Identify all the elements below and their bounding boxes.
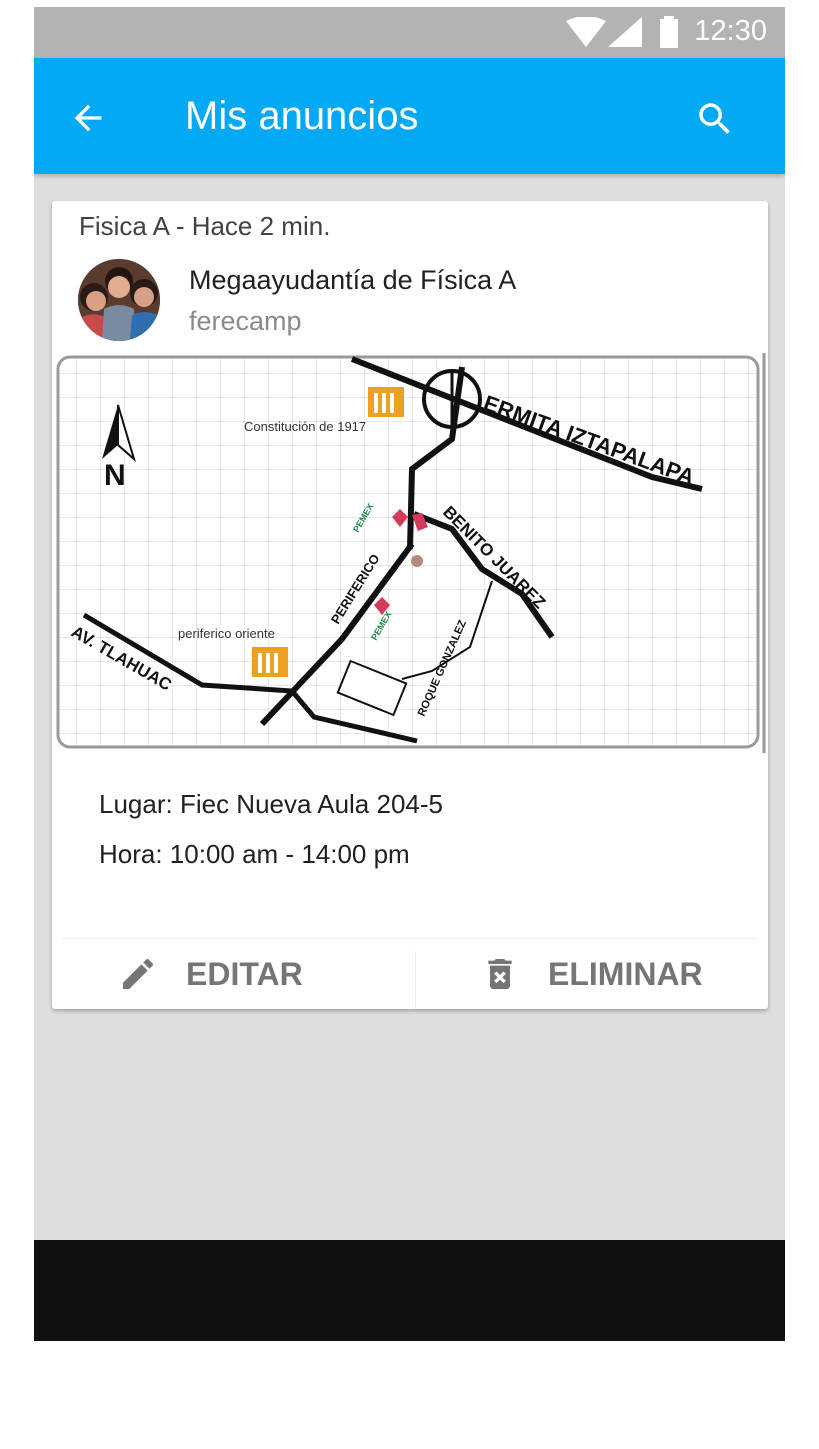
pencil-icon xyxy=(123,958,154,989)
map-drawing: Constitución de 1917 ERMITA IZTAPALAPA B… xyxy=(56,353,766,753)
battery-icon xyxy=(660,16,678,48)
metro-bottom-icon xyxy=(252,647,288,677)
post-author: ferecamp xyxy=(189,306,302,336)
action-divider xyxy=(415,951,416,1009)
phone-screen: 12:30 Mis anuncios Fisica A - Hace 2 min… xyxy=(34,7,785,1341)
signal-icon xyxy=(608,17,642,47)
page-title: Mis anuncios xyxy=(185,94,419,138)
avatar xyxy=(78,259,160,341)
clock: 12:30 xyxy=(694,15,767,47)
edit-button[interactable]: EDITAR xyxy=(118,944,303,1004)
map-image[interactable]: Constitución de 1917 ERMITA IZTAPALAPA B… xyxy=(52,349,768,753)
edit-label: EDITAR xyxy=(186,955,303,992)
map-label-metro-bottom: periferico oriente xyxy=(178,626,275,641)
divider xyxy=(62,938,758,939)
metro-top-icon xyxy=(368,387,404,417)
trash-icon xyxy=(488,959,512,989)
post-location: Lugar: Fiec Nueva Aula 204-5 xyxy=(99,789,443,819)
post-time: Hora: 10:00 am - 14:00 pm xyxy=(99,839,410,869)
wifi-icon xyxy=(566,17,606,47)
post-meta: Fisica A - Hace 2 min. xyxy=(79,211,331,241)
navigation-bar xyxy=(34,1240,785,1341)
map-label-north: N xyxy=(104,459,126,492)
map-label-metro-top: Constitución de 1917 xyxy=(244,419,366,434)
back-arrow-icon[interactable] xyxy=(68,98,108,138)
delete-button[interactable]: ELIMINAR xyxy=(480,944,703,1004)
search-icon[interactable] xyxy=(694,98,736,140)
delete-label: ELIMINAR xyxy=(548,955,703,992)
post-title: Megaayudantía de Física A xyxy=(189,265,517,295)
app-bar: Mis anuncios xyxy=(34,58,785,174)
status-bar: 12:30 xyxy=(34,7,785,58)
announcement-card: Fisica A - Hace 2 min. Megaayudantía de … xyxy=(52,201,768,1009)
